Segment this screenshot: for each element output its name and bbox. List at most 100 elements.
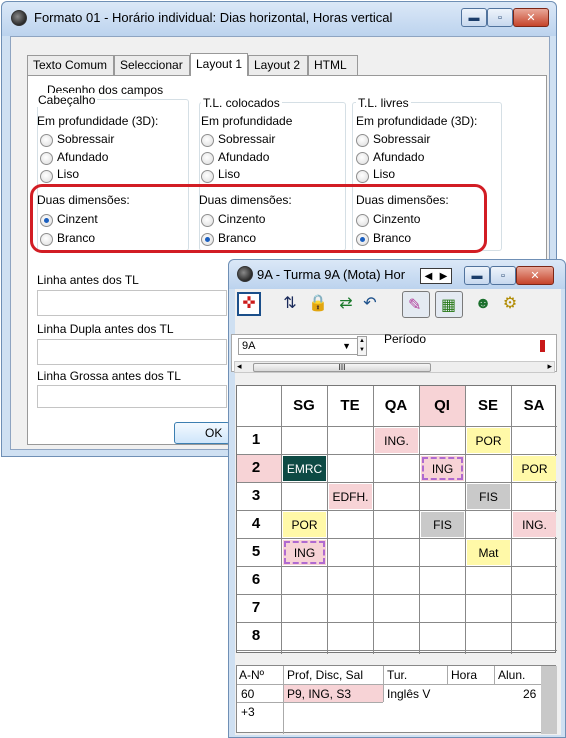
arrow-right-icon[interactable]: ▶ (440, 271, 448, 282)
class-combobox[interactable]: 9A ▼ (238, 338, 366, 355)
timetable-title: 9A - Turma 9A (Mota) Hor (257, 267, 406, 282)
day-header[interactable]: QI (419, 397, 465, 417)
chevron-down-icon[interactable]: ▼ (342, 339, 351, 354)
radio-sobressair-cabecalho[interactable] (40, 134, 53, 147)
day-header[interactable]: SA (511, 397, 557, 417)
people-icon[interactable]: ☻ (471, 292, 495, 316)
grid-line (237, 650, 557, 651)
tab-layout-1[interactable]: Layout 1 (190, 53, 248, 76)
close-icon[interactable]: ✕ (513, 8, 549, 27)
label-afundado: Afundado (373, 150, 425, 164)
radio-afundado-cabecalho[interactable] (40, 152, 53, 165)
grid-line (237, 454, 557, 455)
grid-line (237, 426, 557, 427)
grid-line (237, 538, 557, 539)
gears-icon[interactable]: ⚙ (498, 292, 522, 316)
move-icon[interactable]: ✜ (237, 292, 261, 316)
lesson-cell[interactable]: Mat (467, 540, 510, 565)
tab-seleccionar[interactable]: Seleccionar (114, 55, 190, 75)
day-header[interactable]: QA (373, 397, 419, 417)
linha-antes-field[interactable] (37, 290, 227, 316)
lesson-cell[interactable]: ING. (375, 428, 418, 453)
day-header[interactable]: TE (327, 397, 373, 417)
color-toggle-icon[interactable]: ✎ (402, 291, 430, 318)
lesson-cell[interactable]: POR (513, 456, 556, 481)
lock-icon[interactable]: 🔒 (306, 292, 330, 316)
radio-afundado-livres[interactable] (356, 152, 369, 165)
undo-icon[interactable]: ↶ (358, 292, 382, 316)
list-header-alun: Alun. (498, 668, 526, 682)
grid-line (237, 510, 557, 511)
lesson-cell[interactable]: ING. (513, 512, 556, 537)
tab-layout-2[interactable]: Layout 2 (248, 55, 308, 75)
depth-label: Em profundidade (201, 114, 293, 128)
list-col-divider (447, 666, 448, 684)
label-afundado: Afundado (57, 150, 109, 164)
radio-liso-colocados[interactable] (201, 170, 214, 183)
list-header-num: A-Nº (239, 668, 265, 682)
lesson-cell[interactable]: FIS (421, 512, 464, 537)
maximize-icon[interactable]: ▫ (490, 266, 516, 285)
class-combo-value: 9A (242, 340, 256, 352)
lesson-cell[interactable]: FIS (467, 484, 510, 509)
format-window-titlebar[interactable]: Formato 01 - Horário individual: Dias ho… (2, 2, 556, 36)
scroll-left-icon[interactable]: ◂ (237, 361, 242, 372)
day-header[interactable]: SG (281, 397, 327, 417)
linha-grossa-field[interactable] (37, 385, 227, 408)
lesson-cell[interactable]: EMRC (283, 456, 326, 481)
maximize-icon[interactable]: ▫ (487, 8, 513, 27)
radio-sobressair-livres[interactable] (356, 134, 369, 147)
lesson-cell[interactable]: EDFH. (329, 484, 372, 509)
group-title-tl-livres: T.L. livres (356, 96, 411, 110)
label-liso: Liso (57, 167, 80, 181)
class-spinner[interactable]: ▲ ▼ (357, 336, 367, 356)
close-icon[interactable]: ✕ (516, 266, 554, 285)
depth-label: Em profundidade (3D): (37, 114, 159, 128)
label-liso: Liso (218, 167, 241, 181)
label-liso: Liso (373, 167, 396, 181)
tab-texto-comum[interactable]: Texto Comum (27, 55, 114, 75)
list-header-prof: Prof, Disc, Sal (287, 668, 364, 682)
radio-liso-cabecalho[interactable] (40, 170, 53, 183)
class-navigator[interactable]: ◀ ▶ (420, 268, 452, 284)
label-sobressair: Sobressair (218, 132, 276, 146)
lesson-cell[interactable]: ING (421, 456, 464, 481)
arrow-left-icon[interactable]: ◀ (425, 271, 433, 282)
list-row-divider (237, 702, 383, 703)
minimize-icon[interactable]: ▬ (464, 266, 490, 285)
list-col-divider (494, 666, 495, 684)
day-header[interactable]: SE (465, 397, 511, 417)
list-cell: 26 (523, 687, 537, 701)
scroll-right-icon[interactable]: ▸ (547, 361, 552, 372)
radio-sobressair-colocados[interactable] (201, 134, 214, 147)
scroll-thumb[interactable]: III (253, 363, 431, 372)
exchange-icon[interactable]: ⇄ (334, 292, 358, 316)
timetable-titlebar[interactable]: 9A - Turma 9A (Mota) Hor ◀ ▶ ▬ ▫ ✕ (229, 260, 565, 289)
app-icon (237, 266, 253, 282)
grid-line (237, 566, 557, 567)
list-scrollbar[interactable] (541, 666, 557, 734)
list-cell: 60 (241, 687, 255, 701)
tab-html[interactable]: HTML (308, 55, 358, 75)
radio-liso-livres[interactable] (356, 170, 369, 183)
highlight-outline (30, 184, 487, 253)
linha-dupla-field[interactable] (37, 339, 227, 365)
lesson-cell[interactable]: POR (283, 512, 326, 537)
period-label: 2 (251, 459, 261, 476)
format-window-title: Formato 01 - Horário individual: Dias ho… (34, 10, 393, 25)
swap-icon[interactable]: ⇅ (278, 292, 302, 316)
grid-line (237, 622, 557, 623)
ok-button[interactable]: OK (174, 422, 230, 444)
timetable-grid[interactable]: SG TE QA QI SE SA 1 2 3 4 5 6 7 8 ING. POR EMRC ING POR EDF… (236, 385, 557, 654)
view-toggle-icon[interactable]: ▦ (435, 291, 463, 318)
period-label: 1 (251, 431, 261, 448)
period-label: Período (384, 332, 427, 346)
lesson-cell[interactable]: ING (283, 540, 326, 565)
lesson-cell[interactable]: POR (467, 428, 510, 453)
radio-afundado-colocados[interactable] (201, 152, 214, 165)
horizontal-scrollbar[interactable]: ◂ III ▸ (234, 361, 555, 373)
group-title-cabecalho: Cabeçalho (36, 93, 98, 107)
minimize-icon[interactable]: ▬ (461, 8, 487, 27)
list-cell: +3 (241, 705, 255, 719)
grid-line (237, 482, 557, 483)
